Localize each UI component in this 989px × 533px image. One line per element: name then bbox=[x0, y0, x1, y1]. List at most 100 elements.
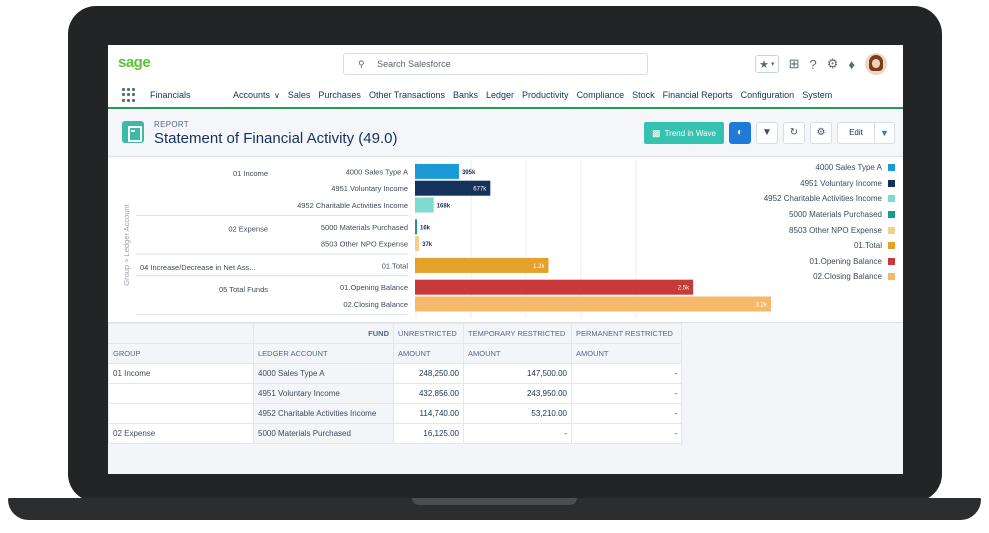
plus-icon[interactable]: ⊞ bbox=[789, 56, 800, 72]
header-icons: ★ ▾ ⊞ ? ⚙ ♦ bbox=[755, 52, 887, 76]
legend-swatch bbox=[888, 179, 895, 187]
table-row: 01 Income 4000 Sales Type A 248,250.00 1… bbox=[108, 363, 682, 384]
legend-swatch bbox=[888, 164, 895, 172]
nav-item-productivity[interactable]: Productivity bbox=[522, 90, 569, 100]
table-row: 4952 Charitable Activities Income 114,74… bbox=[108, 403, 682, 424]
legend-swatch bbox=[888, 195, 895, 203]
legend-item[interactable]: 02.Closing Balance bbox=[725, 269, 895, 285]
fund-column-header: UNRESTRICTED bbox=[393, 323, 464, 344]
legend-item[interactable]: 01.Opening Balance bbox=[725, 254, 895, 270]
refresh-button[interactable]: ↻ bbox=[783, 122, 805, 144]
ledger-tick-label: 8503 Other NPO Expense bbox=[321, 240, 408, 249]
data-label: 395k bbox=[462, 170, 476, 176]
legend-label: 4951 Voluntary Income bbox=[800, 178, 882, 188]
nav-item-financial-reports[interactable]: Financial Reports bbox=[663, 90, 733, 100]
settings-button[interactable]: ⚙ bbox=[810, 122, 832, 144]
data-label: 168k bbox=[437, 204, 451, 210]
filter-icon: ▼ bbox=[762, 127, 772, 138]
amount-cell: 147,500.00 bbox=[463, 363, 572, 384]
legend-swatch bbox=[888, 242, 895, 250]
data-label: 16k bbox=[420, 225, 431, 231]
legend-swatch bbox=[888, 257, 895, 265]
legend-item[interactable]: 5000 Materials Purchased bbox=[725, 207, 895, 223]
nav-item-label: Productivity bbox=[522, 90, 569, 100]
nav-item-label: Stock bbox=[632, 90, 655, 100]
edit-dropdown-button[interactable]: ▼ bbox=[875, 122, 895, 144]
table-row: 02 Expense 5000 Materials Purchased 16,1… bbox=[108, 423, 682, 444]
ledger-tick-label: 4000 Sales Type A bbox=[346, 167, 408, 176]
report-label: REPORT bbox=[154, 120, 189, 129]
star-icon: ★ bbox=[759, 58, 770, 71]
nav-item-stock[interactable]: Stock bbox=[632, 90, 655, 100]
bell-icon[interactable]: ♦ bbox=[848, 57, 855, 72]
legend-item[interactable]: 4952 Charitable Activities Income bbox=[725, 191, 895, 207]
data-label: 677k bbox=[473, 187, 487, 193]
legend-item[interactable]: 01.Total bbox=[725, 238, 895, 254]
bar bbox=[415, 296, 771, 312]
amount-cell: - bbox=[571, 363, 682, 384]
table-area: FUND UNRESTRICTED TEMPORARY RESTRICTED P… bbox=[108, 322, 903, 474]
nav-item-compliance[interactable]: Compliance bbox=[577, 90, 625, 100]
nav-item-label: Sales bbox=[287, 90, 311, 100]
legend-swatch bbox=[888, 273, 895, 281]
gear-icon[interactable]: ⚙ bbox=[827, 56, 839, 72]
nav-item-label: Configuration bbox=[740, 90, 795, 100]
help-icon[interactable]: ? bbox=[809, 57, 816, 72]
chevron-down-icon[interactable]: ∨ bbox=[274, 91, 280, 100]
legend-label: 4000 Sales Type A bbox=[815, 163, 882, 173]
legend-item[interactable]: 4000 Sales Type A bbox=[725, 160, 895, 176]
chevron-down-icon: ▾ bbox=[771, 61, 775, 68]
page-title: Statement of Financial Activity (49.0) bbox=[154, 130, 398, 147]
ledger-cell[interactable]: 5000 Materials Purchased bbox=[253, 423, 394, 444]
amount-header: AMOUNT bbox=[571, 343, 682, 364]
nav-item-purchases[interactable]: Purchases bbox=[318, 90, 361, 100]
amount-header: AMOUNT bbox=[393, 343, 464, 364]
nav-item-ledger[interactable]: Ledger bbox=[486, 90, 514, 100]
avatar[interactable] bbox=[865, 53, 887, 75]
fund-column-header: TEMPORARY RESTRICTED bbox=[463, 323, 572, 344]
amount-cell: - bbox=[571, 403, 682, 424]
nav-item-configuration[interactable]: Configuration bbox=[741, 90, 795, 100]
favorites-button[interactable]: ★ ▾ bbox=[755, 55, 779, 73]
bar-chart-icon: ▩ bbox=[652, 128, 661, 138]
legend-item[interactable]: 8503 Other NPO Expense bbox=[725, 222, 895, 238]
ledger-tick-label: 01.Total bbox=[382, 261, 409, 270]
search-input[interactable]: ⚲ Search Salesforce bbox=[343, 53, 648, 75]
group-header: GROUP bbox=[108, 343, 254, 364]
legend-item[interactable]: 4951 Voluntary Income bbox=[725, 176, 895, 192]
app-launcher-icon[interactable] bbox=[122, 88, 136, 102]
data-label: 3.2k bbox=[756, 303, 768, 309]
ledger-tick-label: 4951 Voluntary Income bbox=[331, 184, 408, 193]
edit-button[interactable]: Edit bbox=[837, 122, 875, 144]
nav-item-label: Financial Reports bbox=[662, 90, 733, 100]
data-label: 2.5k bbox=[678, 286, 690, 292]
chart-legend: 4000 Sales Type A 4951 Voluntary Income 49… bbox=[725, 160, 895, 285]
legend-swatch bbox=[888, 226, 895, 234]
sage-logo[interactable]: sage bbox=[118, 54, 151, 71]
ledger-cell[interactable]: 4951 Voluntary Income bbox=[253, 383, 394, 404]
nav-item-sales[interactable]: Sales bbox=[288, 90, 311, 100]
data-label: 1.2k bbox=[533, 264, 545, 270]
chart-toggle-button[interactable]: ◐ bbox=[729, 122, 751, 144]
column-header-row: GROUP LEDGER ACCOUNT AMOUNT AMOUNT AMOUN… bbox=[108, 343, 682, 364]
nav-item-banks[interactable]: Banks bbox=[453, 90, 478, 100]
ledger-tick-label: 02.Closing Balance bbox=[343, 300, 408, 309]
laptop-notch bbox=[412, 498, 577, 505]
nav-bar: Financials Accounts ∨ Sales Purchases Other … bbox=[108, 83, 903, 109]
app-name: Financials bbox=[150, 90, 191, 100]
amount-header: AMOUNT bbox=[463, 343, 572, 364]
global-header: sage ⚲ Search Salesforce ★ ▾ ⊞ ? ⚙ ♦ bbox=[108, 45, 903, 83]
fund-header-row: FUND UNRESTRICTED TEMPORARY RESTRICTED P… bbox=[108, 323, 682, 344]
amount-cell: 114,740.00 bbox=[393, 403, 464, 424]
amount-cell: 16,125.00 bbox=[393, 423, 464, 444]
bar bbox=[415, 279, 694, 295]
filter-button[interactable]: ▼ bbox=[756, 122, 778, 144]
trend-button-label: Trend in Wave bbox=[664, 129, 716, 138]
ledger-cell[interactable]: 4000 Sales Type A bbox=[253, 363, 394, 384]
nav-item-system[interactable]: System bbox=[802, 90, 832, 100]
nav-item-other-transactions[interactable]: Other Transactions bbox=[369, 90, 445, 100]
group-tick-label: 04 Increase/Decrease in Net Ass... bbox=[140, 263, 255, 272]
trend-in-wave-button[interactable]: ▩ Trend in Wave bbox=[644, 122, 724, 144]
nav-item-accounts[interactable]: Accounts ∨ bbox=[233, 90, 280, 100]
ledger-cell[interactable]: 4952 Charitable Activities Income bbox=[253, 403, 394, 424]
